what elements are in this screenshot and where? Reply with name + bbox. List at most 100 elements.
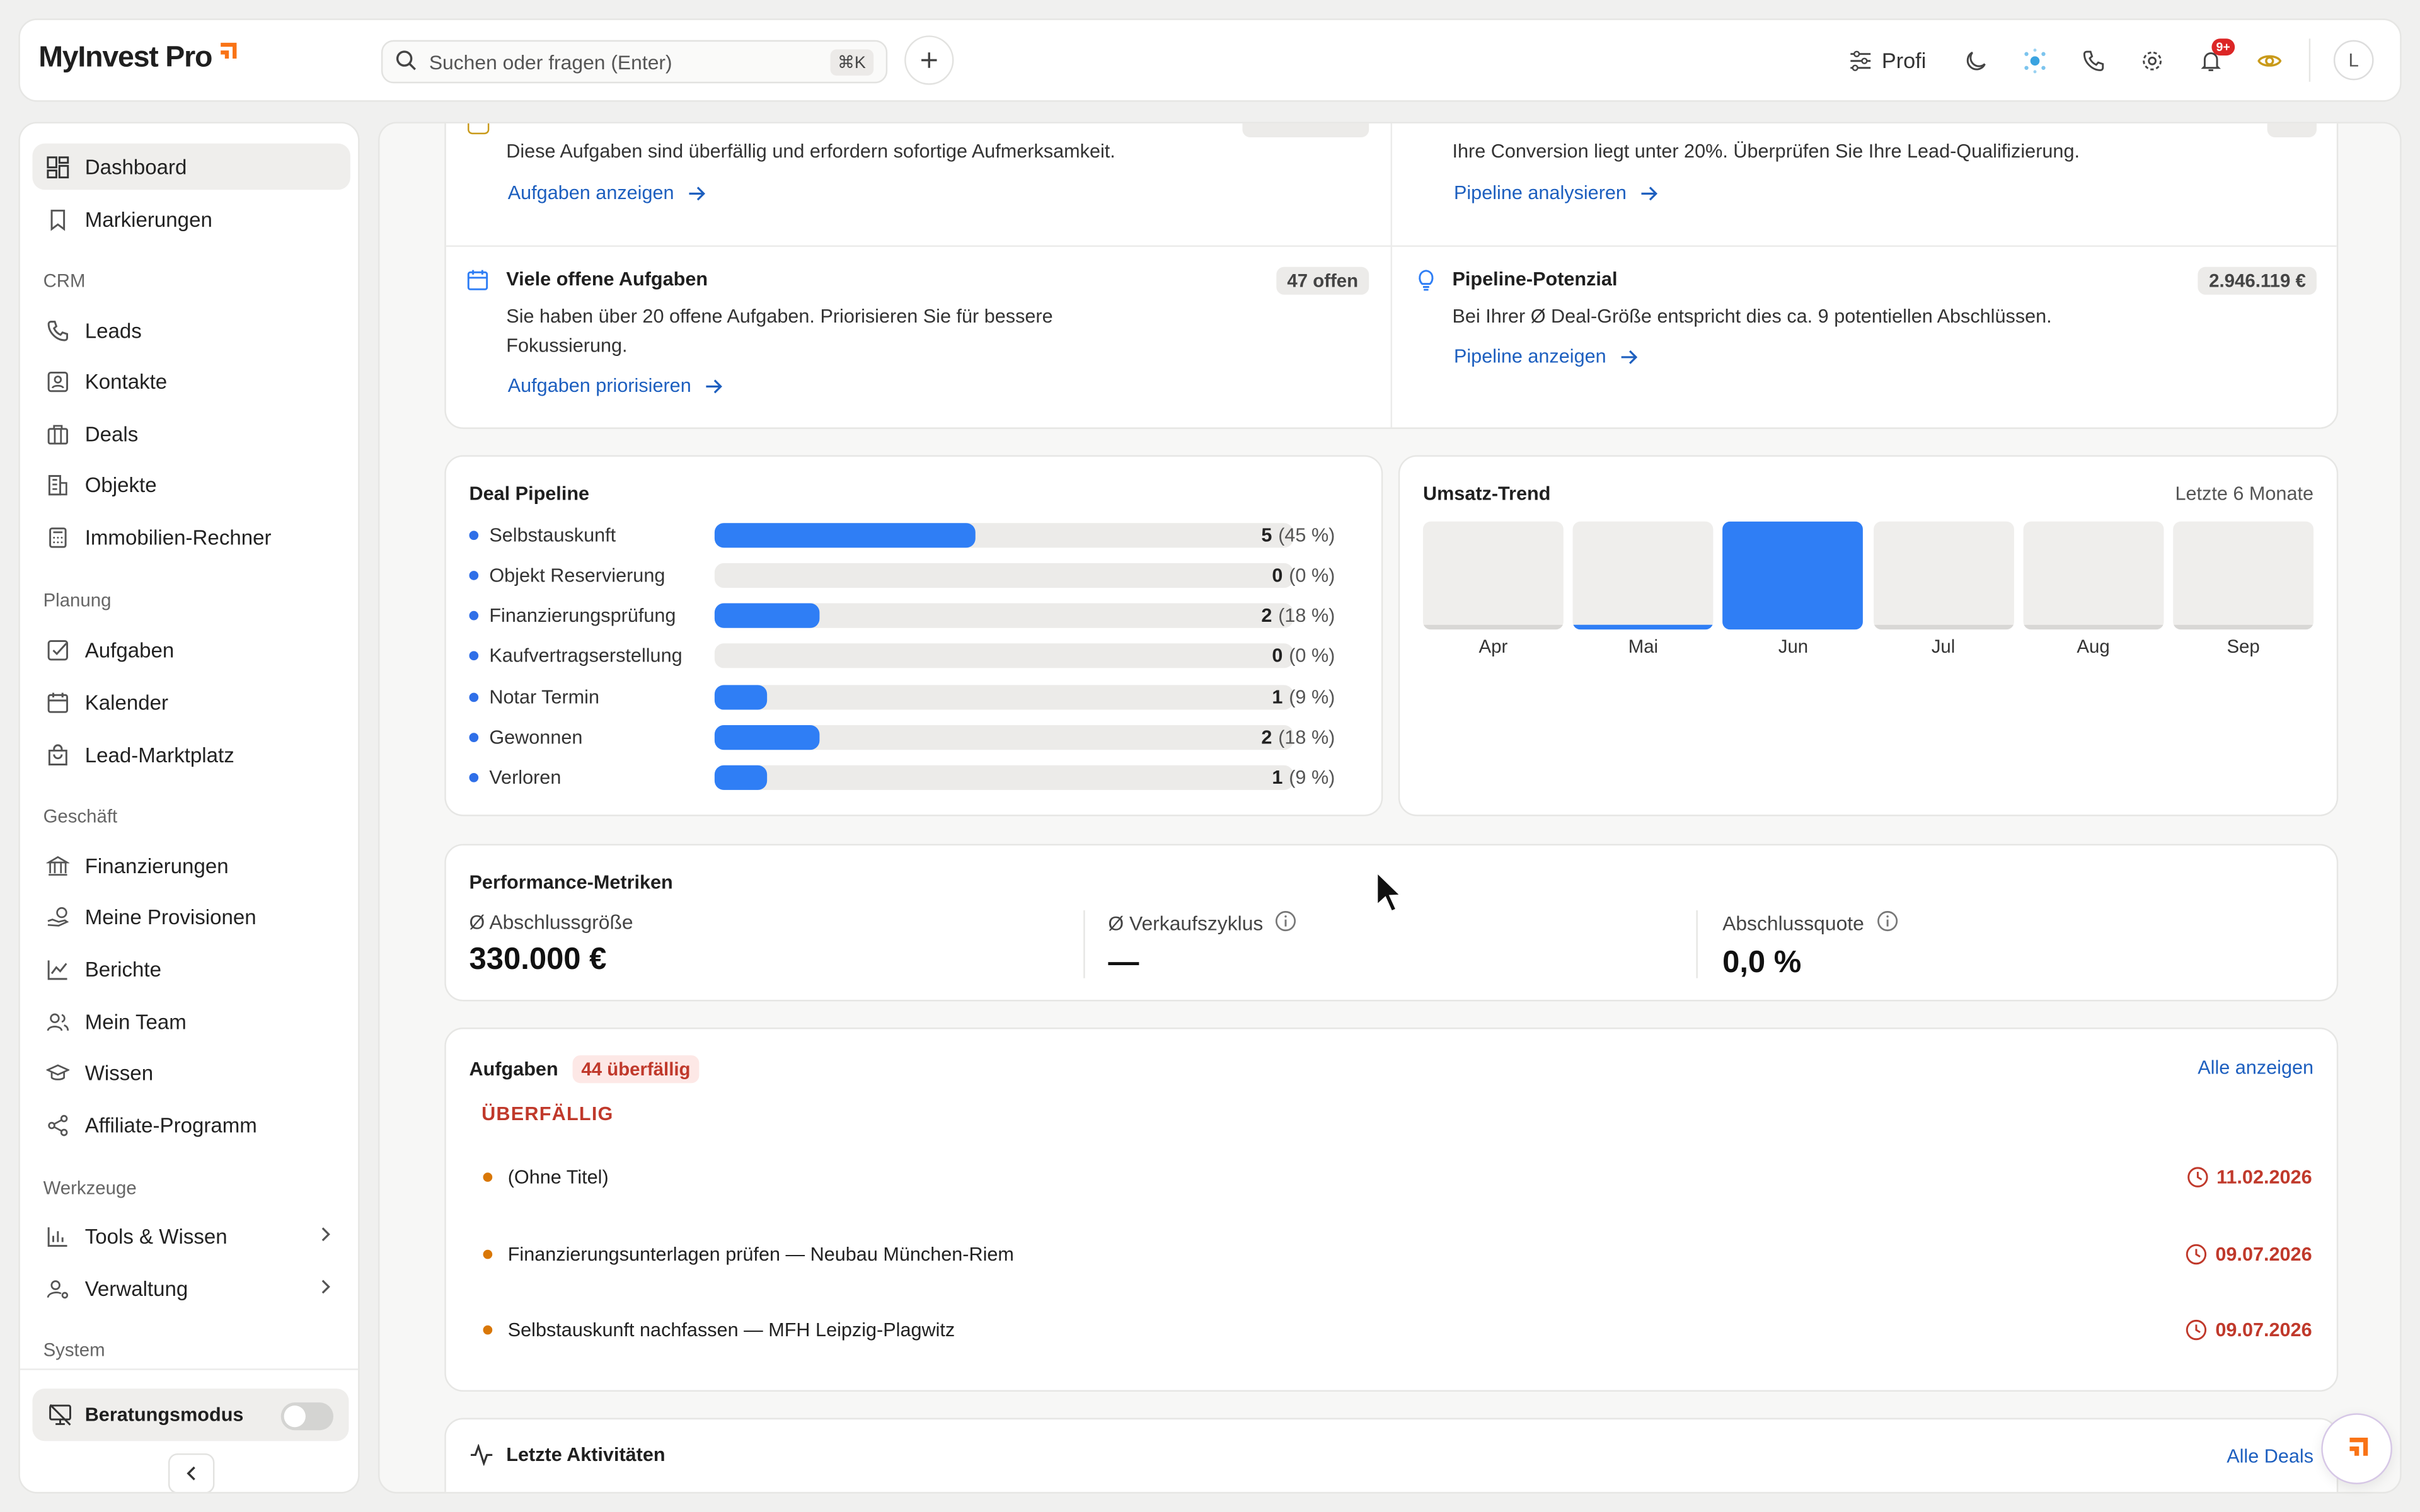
consult-mode-label: Beratungsmodus <box>84 1404 244 1426</box>
pipeline-stage-row[interactable]: Verloren 1 (9 %) <box>469 762 1358 793</box>
consult-mode-row[interactable]: Beratungsmodus <box>32 1389 349 1441</box>
show-tasks-link[interactable]: Aufgaben anzeigen <box>508 182 706 203</box>
mouse-cursor-icon <box>1374 869 1405 924</box>
share-icon <box>45 1113 69 1137</box>
stage-count: 2 (18 %) <box>1261 605 1335 626</box>
trend-bar[interactable] <box>1873 521 2014 630</box>
notifications-button[interactable]: 9+ <box>2182 35 2238 84</box>
sidebar-item-bookmarks[interactable]: Markierungen <box>32 196 350 242</box>
phone-button[interactable] <box>2065 35 2121 84</box>
sidebar-item-affiliate[interactable]: Affiliate-Programm <box>32 1102 350 1148</box>
stage-count: 0 (0 %) <box>1272 645 1335 667</box>
hint-potential-title: Pipeline-Potenzial <box>1452 268 1618 290</box>
priority-dot <box>483 1249 493 1259</box>
sidebar-item-financing[interactable]: Finanzierungen <box>32 842 350 888</box>
sidebar-item-calendar[interactable]: Kalender <box>32 679 350 725</box>
profi-mode-button[interactable]: Profi <box>1840 35 1935 84</box>
hints-divider-vertical <box>1390 123 1392 428</box>
calendar-icon <box>466 268 490 299</box>
task-row[interactable]: (Ohne Titel) 11.02.2026 <box>483 1162 2312 1193</box>
sidebar-item-label: Immobilien-Rechner <box>84 525 272 549</box>
bank-icon <box>45 853 69 878</box>
sidebar-item-reports[interactable]: Berichte <box>32 946 350 992</box>
stage-label: Objekt Reservierung <box>489 564 666 587</box>
calculator-icon <box>45 525 69 549</box>
analyze-pipeline-link[interactable]: Pipeline analysieren <box>1454 182 1659 203</box>
clock-icon <box>2186 1319 2208 1341</box>
pipeline-stage-row[interactable]: Kaufvertragserstellung 0 (0 %) <box>469 640 1358 671</box>
info-icon[interactable] <box>1276 910 1297 937</box>
trend-bar[interactable] <box>2173 521 2314 630</box>
sidebar-item-contacts[interactable]: Kontakte <box>32 358 350 404</box>
trend-bar[interactable] <box>2023 521 2164 630</box>
pipeline-stage-row[interactable]: Finanzierungsprüfung 2 (18 %) <box>469 600 1358 631</box>
potential-badge: 2.946.119 € <box>2198 266 2317 295</box>
task-row[interactable]: Selbstauskunft nachfassen — MFH Leipzig-… <box>483 1315 2312 1346</box>
trend-bar[interactable] <box>1723 521 1864 630</box>
pipeline-stage-row[interactable]: Notar Termin 1 (9 %) <box>469 682 1358 713</box>
stage-progress-track <box>714 643 1294 668</box>
metric-avg-deal-size: Ø Abschlussgröße 330.000 € <box>469 910 633 978</box>
tasks-title: Aufgaben <box>469 1058 558 1080</box>
hint-open-tasks-title: Viele offene Aufgaben <box>506 268 708 290</box>
trend-bar[interactable] <box>1572 521 1714 630</box>
revenue-trend-card: Umsatz-Trend Letzte 6 Monate Apr Mai Jun Ju… <box>1398 455 2339 816</box>
consult-mode-toggle[interactable] <box>280 1402 333 1431</box>
sidebar-item-dashboard[interactable]: Dashboard <box>32 143 350 190</box>
activities-title: Letzte Aktivitäten <box>506 1444 666 1466</box>
collapse-sidebar-button[interactable] <box>168 1453 215 1492</box>
stage-progress-fill <box>714 685 767 710</box>
sidebar-item-tools[interactable]: Tools & Wissen <box>32 1213 350 1259</box>
arrow-right-icon <box>1620 349 1637 364</box>
priority-dot <box>483 1325 493 1335</box>
sidebar-item-marketplace[interactable]: Lead-Marktplatz <box>32 731 350 777</box>
pipeline-stage-row[interactable]: Objekt Reservierung 0 (0 %) <box>469 560 1358 591</box>
sidebar-item-objects[interactable]: Objekte <box>32 461 350 507</box>
ai-assistant-button[interactable] <box>2007 35 2062 84</box>
show-all-tasks-link[interactable]: Alle anzeigen <box>2198 1057 2313 1079</box>
search-input[interactable]: Suchen oder fragen (Enter) ⌘K <box>381 40 888 84</box>
section-crm: CRM <box>43 270 86 292</box>
stage-count: 1 (9 %) <box>1272 687 1335 708</box>
visibility-button[interactable] <box>2241 35 2296 84</box>
show-pipeline-link[interactable]: Pipeline anzeigen <box>1454 346 1639 367</box>
sidebar-item-tasks[interactable]: Aufgaben <box>32 626 350 672</box>
sidebar-item-team[interactable]: Mein Team <box>32 999 350 1045</box>
info-icon[interactable] <box>1876 910 1898 937</box>
pipeline-stage-row[interactable]: Gewonnen 2 (18 %) <box>469 722 1358 753</box>
trend-bar[interactable] <box>1422 521 1564 630</box>
sidebar-footer: Beratungsmodus <box>20 1368 359 1492</box>
sidebar-item-deals[interactable]: Deals <box>32 410 350 456</box>
main-content[interactable]: Diese Aufgaben sind überfällig und erfor… <box>378 122 2402 1494</box>
arrow-right-icon <box>705 379 722 393</box>
add-button[interactable] <box>904 35 954 85</box>
lightbulb-icon <box>1415 268 1437 299</box>
dark-mode-toggle[interactable] <box>1948 35 2003 84</box>
stage-count-value: 5 <box>1261 524 1272 546</box>
phone-icon <box>45 318 69 342</box>
gear-icon <box>2141 50 2161 70</box>
all-deals-link[interactable]: Alle Deals <box>2227 1446 2313 1467</box>
deal-pipeline-card: Deal Pipeline Selbstauskunft 5 (45 %) Objek… <box>444 455 1383 816</box>
settings-button[interactable] <box>2124 35 2179 84</box>
task-row[interactable]: Finanzierungsunterlagen prüfen — Neubau … <box>483 1239 2312 1270</box>
user-menu[interactable]: L <box>2326 35 2382 84</box>
calendar-icon <box>45 690 69 714</box>
search-placeholder: Suchen oder fragen (Enter) <box>429 50 672 74</box>
sidebar-item-label: Objekte <box>84 472 157 496</box>
sidebar-item-calculator[interactable]: Immobilien-Rechner <box>32 514 350 560</box>
sidebar-item-commissions[interactable]: Meine Provisionen <box>32 893 350 939</box>
app-logo[interactable]: MyInvest Pro <box>38 42 238 76</box>
sidebar-item-admin[interactable]: Verwaltung <box>32 1265 350 1311</box>
assistant-fab[interactable] <box>2321 1413 2392 1484</box>
prioritize-tasks-link[interactable]: Aufgaben priorisieren <box>508 375 723 396</box>
trend-month-label: Jul <box>1931 635 1956 658</box>
sidebar-item-knowledge[interactable]: Wissen <box>32 1049 350 1095</box>
stage-progress-fill <box>714 765 767 790</box>
stage-count-value: 0 <box>1272 564 1283 587</box>
task-due-date: 11.02.2026 <box>2187 1166 2312 1188</box>
pipeline-stage-row[interactable]: Selbstauskunft 5 (45 %) <box>469 520 1358 551</box>
sidebar-item-leads[interactable]: Leads <box>32 307 350 353</box>
hint-overdue-desc: Diese Aufgaben sind überfällig und erfor… <box>506 140 1115 163</box>
metric-value: — <box>1108 946 1139 980</box>
